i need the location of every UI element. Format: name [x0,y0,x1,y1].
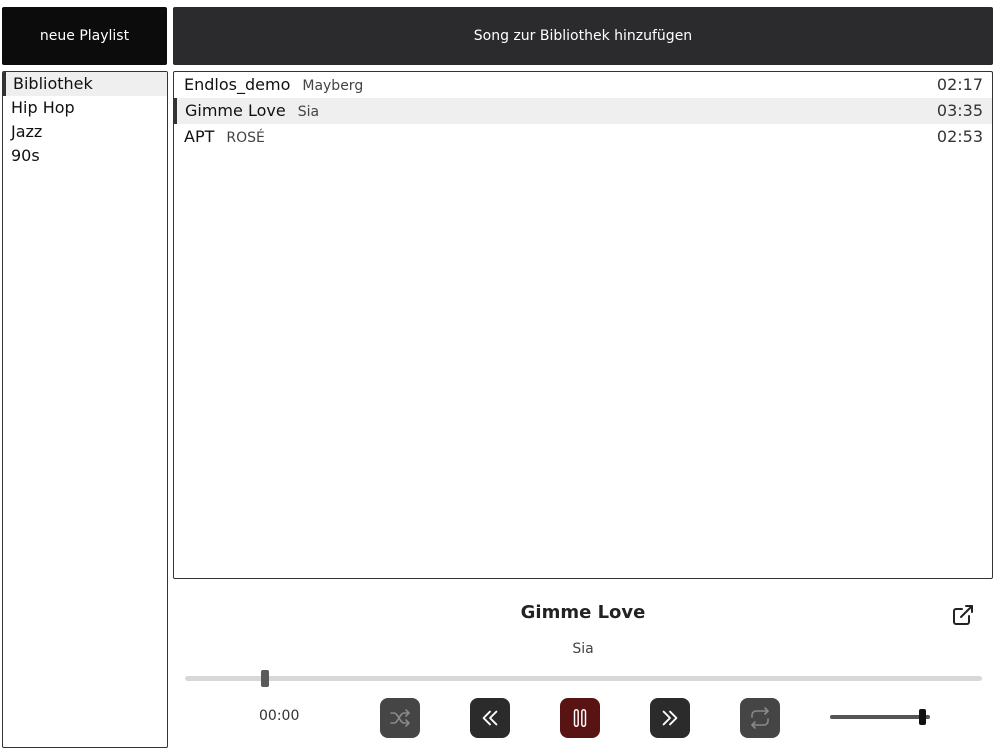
song-title: Gimme Love [185,101,286,120]
song-title: Endlos_demo [184,75,291,94]
sidebar-item-label: 90s [11,146,40,165]
song-artist: Sia [297,104,320,120]
new-playlist-button[interactable]: neue Playlist [2,7,167,65]
sidebar-item-bibliothek[interactable]: Bibliothek [3,72,167,96]
previous-button[interactable] [470,698,510,738]
volume-slider[interactable] [830,715,930,719]
song-row[interactable]: Endlos_demo Mayberg 02:17 [174,72,992,98]
add-song-label: Song zur Bibliothek hinzufügen [473,28,693,44]
song-duration: 02:53 [936,127,983,146]
sidebar-item-hip-hop[interactable]: Hip Hop [3,96,167,120]
sidebar-item-label: Jazz [11,122,43,141]
song-list: Endlos_demo Mayberg 02:17 Gimme Love Sia 0… [173,71,993,579]
pause-icon [573,709,587,727]
add-song-button[interactable]: Song zur Bibliothek hinzufügen [173,7,993,65]
sidebar-item-90s[interactable]: 90s [3,144,167,168]
sidebar-item-label: Hip Hop [11,98,75,117]
play-pause-button[interactable] [560,698,600,738]
player-panel: Gimme Love Sia 00:00 [173,585,993,750]
sidebar-item-label: Bibliothek [13,74,93,93]
current-time: 00:00 [259,708,300,724]
song-artist: ROSÉ [226,130,265,146]
playlist-sidebar: Bibliothek Hip Hop Jazz 90s [2,71,168,748]
skip-forward-icon [662,710,678,726]
progress-slider[interactable] [185,676,982,681]
external-link-icon[interactable] [951,603,975,627]
skip-back-icon [482,710,498,726]
new-playlist-label: neue Playlist [39,28,130,44]
next-button[interactable] [650,698,690,738]
now-playing-artist: Sia [572,641,594,657]
repeat-icon [751,707,769,729]
song-duration: 03:35 [936,101,983,120]
song-duration: 02:17 [936,75,983,94]
song-row[interactable]: APT ROSÉ 02:53 [174,124,992,150]
repeat-button[interactable] [740,698,780,738]
progress-slider-thumb[interactable] [260,670,269,687]
song-artist: Mayberg [302,78,364,94]
song-title: APT [184,127,215,146]
song-row[interactable]: Gimme Love Sia 03:35 [174,98,992,124]
sidebar-item-jazz[interactable]: Jazz [3,120,167,144]
volume-slider-thumb[interactable] [918,709,926,725]
now-playing-title: Gimme Love [520,602,646,623]
shuffle-button[interactable] [380,698,420,738]
shuffle-icon [390,709,410,727]
